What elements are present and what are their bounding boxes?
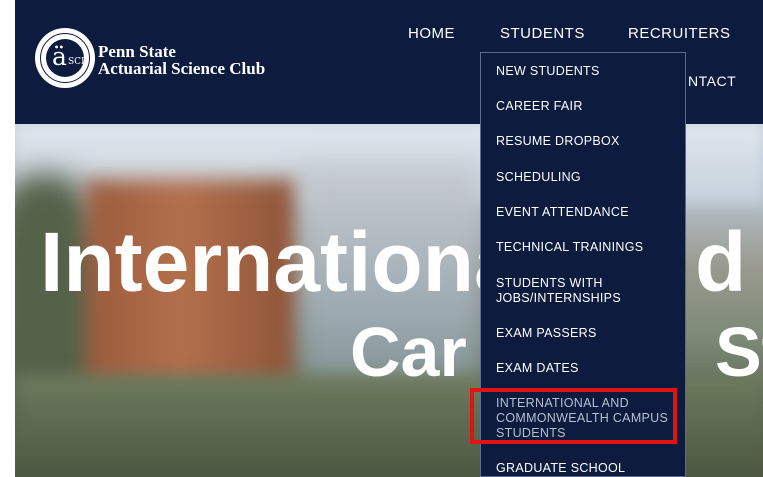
menu-item-scheduling[interactable]: SCHEDULING — [496, 170, 680, 185]
menu-item-resume-dropbox[interactable]: RESUME DROPBOX — [496, 134, 680, 149]
menu-item-event-attendance[interactable]: EVENT ATTENDANCE — [496, 205, 680, 220]
seal-subtext: SCI — [68, 57, 85, 67]
menu-item-exam-dates[interactable]: EXAM DATES — [496, 361, 680, 376]
hero-title-line2-right: St — [715, 313, 763, 391]
hero-title-line2: Car — [350, 313, 467, 391]
nav-contact[interactable]: NTACT — [688, 72, 736, 90]
club-name[interactable]: Penn State Actuarial Science Club — [98, 43, 265, 77]
menu-item-new-students[interactable]: NEW STUDENTS — [496, 64, 680, 79]
club-name-line2: Actuarial Science Club — [98, 59, 266, 78]
menu-item-graduate-school[interactable]: GRADUATE SCHOOL — [496, 461, 680, 476]
seal-letter: ä — [52, 42, 67, 71]
hero-title-line1: Internationa — [40, 215, 521, 309]
nav-students[interactable]: STUDENTS — [500, 25, 585, 43]
menu-item-career-fair[interactable]: CAREER FAIR — [496, 99, 680, 114]
menu-item-exam-passers[interactable]: EXAM PASSERS — [496, 326, 680, 341]
nav-home[interactable]: HOME — [408, 25, 455, 43]
highlight-box — [470, 388, 677, 444]
club-logo-seal[interactable]: ä SCI — [35, 28, 95, 88]
nav-recruiters[interactable]: RECRUITERS — [628, 25, 731, 43]
club-name-line1: Penn State — [98, 42, 176, 61]
menu-item-technical-trainings[interactable]: TECHNICAL TRAININGS — [496, 240, 680, 255]
hero-title-line1-right: d C — [695, 215, 763, 309]
menu-item-students-with-jobs[interactable]: STUDENTS WITH JOBS/INTERNSHIPS — [496, 276, 680, 306]
